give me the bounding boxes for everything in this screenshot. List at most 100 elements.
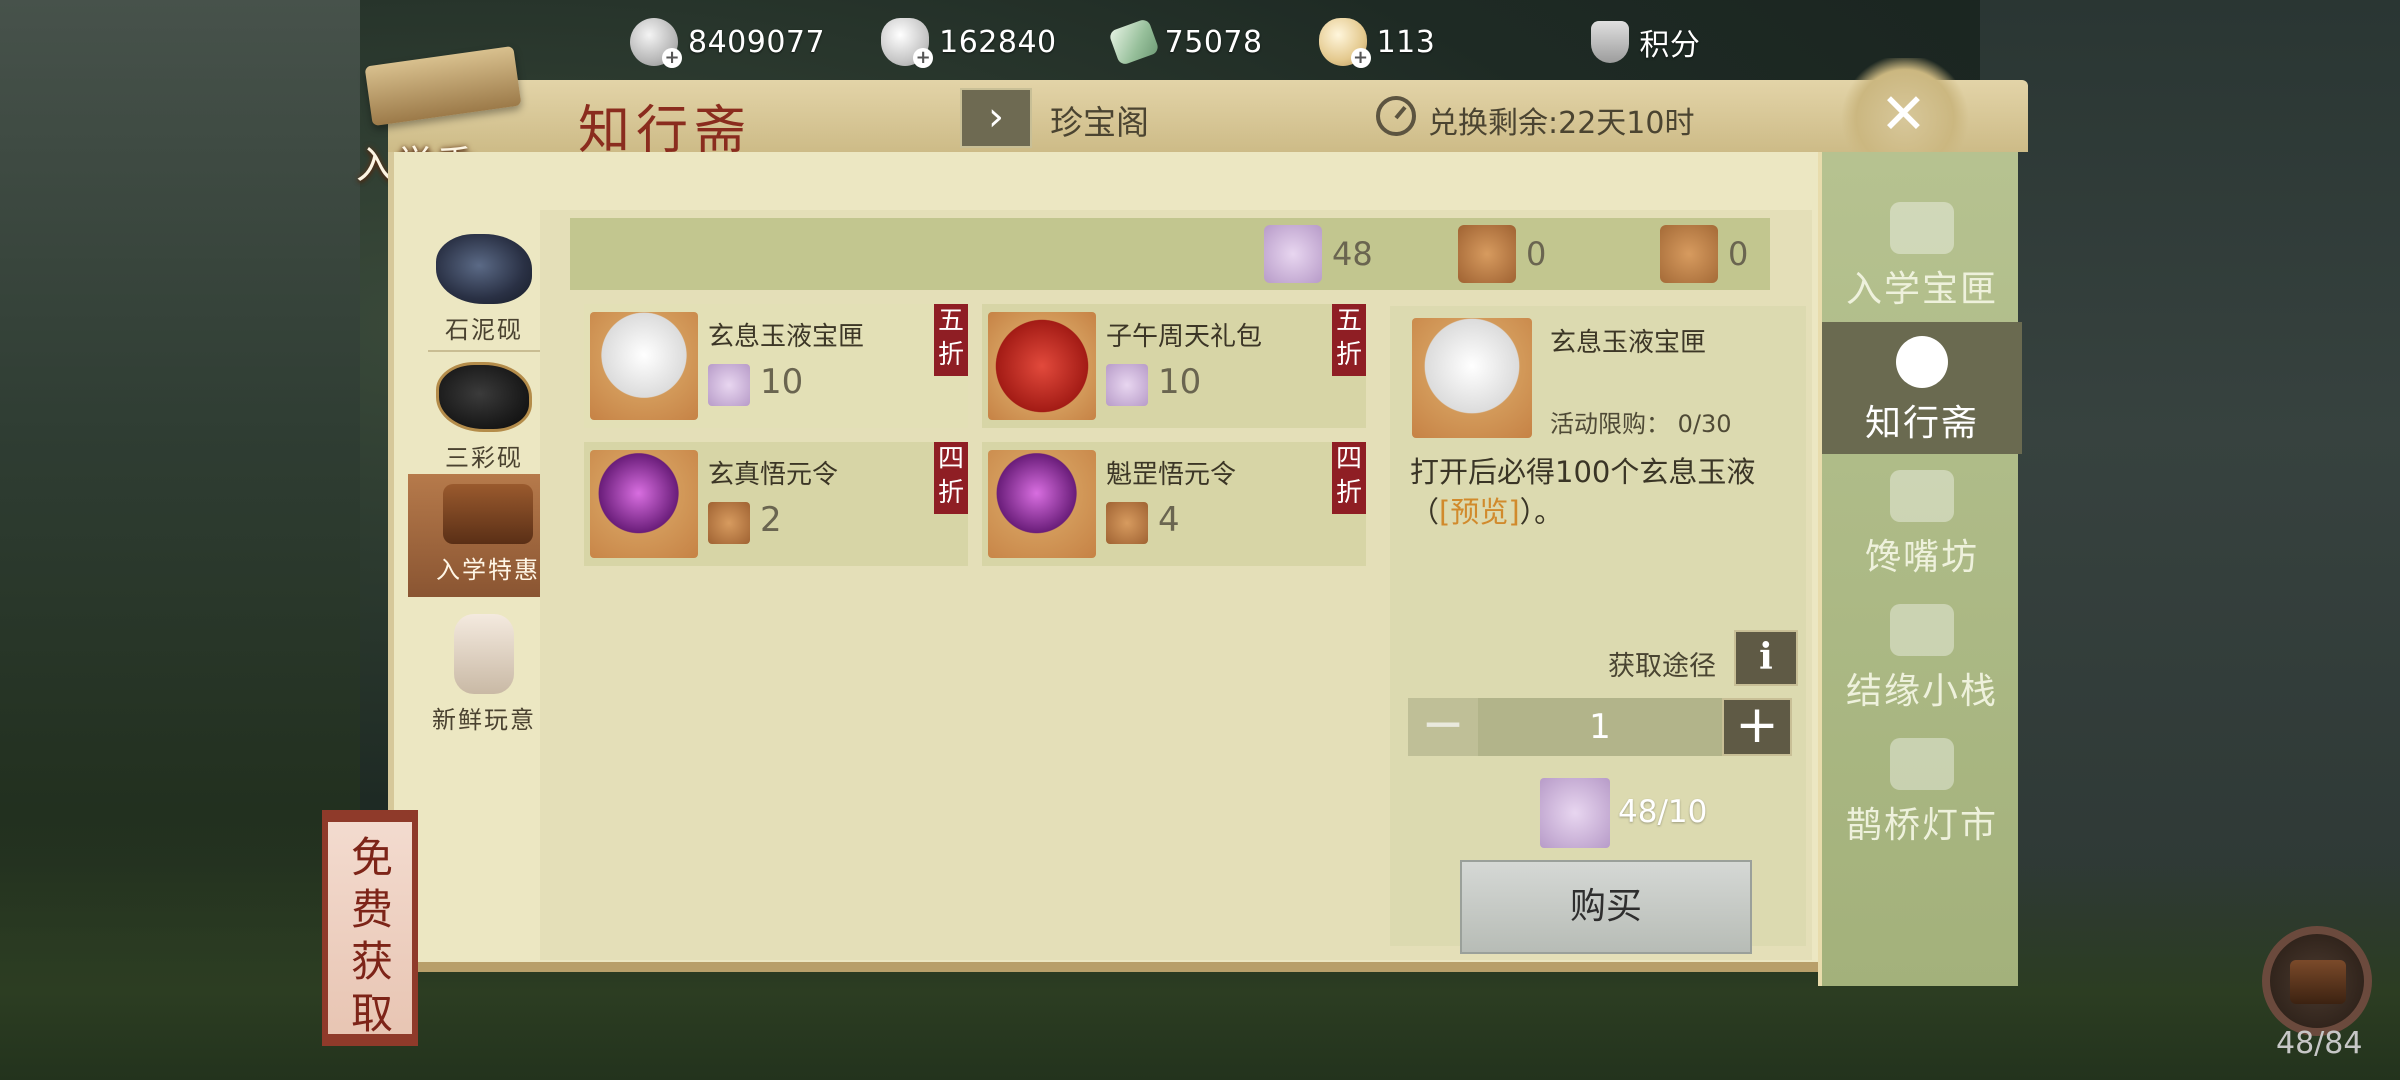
toy-icon	[454, 614, 514, 694]
rare-inkstone-token-icon	[1458, 225, 1516, 283]
goods-name: 玄息玉液宝匣	[708, 322, 865, 352]
owned-item: 0	[1660, 224, 1748, 284]
owned-item: 0	[1458, 224, 1546, 284]
content-area: 48 0 0 玄息玉液宝匣 10 五折 子午周天礼包 10 五折 玄真悟元令 2…	[540, 210, 1812, 960]
currency-value: 75078	[1164, 24, 1263, 60]
goods-card[interactable]: 魁罡悟元令 4 四折	[982, 442, 1366, 566]
treasure-chest-icon	[443, 484, 533, 544]
free-obtain-label: 免费获取	[350, 833, 393, 1038]
goods-card[interactable]: 子午周天礼包 10 五折	[982, 304, 1366, 428]
jump-target-label[interactable]: 珍宝阁	[1050, 96, 1149, 144]
goods-price: 10	[760, 362, 804, 402]
decrease-button[interactable]: −	[1408, 698, 1478, 756]
shop-panel: 入学季 知行斋 › 珍宝阁 兑换剩余:22天10时 ✕ 石泥砚 三彩砚 入学特惠	[322, 45, 2028, 1046]
pavilion-icon	[1890, 470, 1954, 522]
inkstone-token-icon	[1540, 778, 1610, 848]
jade-plus-icon	[1107, 17, 1160, 67]
goods-card[interactable]: 玄真悟元令 2 四折	[584, 442, 968, 566]
tab-lantern-market[interactable]: 鹊桥灯市	[1822, 724, 2022, 856]
currency-coin[interactable]: + 8409077	[630, 14, 825, 70]
quantity-value[interactable]: 1	[1478, 698, 1722, 756]
lantern-icon	[1890, 738, 1954, 790]
cloud-icon	[1896, 336, 1948, 388]
increase-button[interactable]: +	[1722, 698, 1792, 756]
coin-plus-icon: +	[630, 18, 682, 68]
currency-bar: + 8409077 + 162840 75078 + 113 积分	[630, 14, 1756, 70]
quantity-stepper: − 1 +	[1408, 698, 1792, 756]
currency-value: 8409077	[688, 24, 826, 60]
chest-widget[interactable]	[2262, 926, 2372, 1036]
tab-inn[interactable]: 结缘小栈	[1822, 590, 2022, 722]
gift-bag-icon	[988, 312, 1096, 420]
jade-box-icon	[590, 312, 698, 420]
info-button[interactable]: i	[1734, 630, 1798, 686]
currency-value: 113	[1376, 24, 1436, 60]
goods-name: 子午周天礼包	[1106, 322, 1263, 352]
rare-inkstone-token-icon	[708, 502, 750, 544]
points-label: 积分	[1639, 28, 1701, 63]
costume-token-icon	[1660, 225, 1718, 283]
detail-name: 玄息玉液宝匣	[1550, 328, 1707, 358]
discount-badge: 五折	[934, 304, 968, 376]
bird-icon	[1890, 604, 1954, 656]
tab-snack-shop[interactable]: 馋嘴坊	[1822, 456, 2022, 588]
source-label: 获取途径	[1608, 651, 1716, 682]
tab-label: 鹊桥灯市	[1845, 805, 1998, 846]
tab-label: 结缘小栈	[1845, 671, 1998, 712]
currency-jade[interactable]: 75078	[1107, 14, 1263, 70]
free-obtain-scroll[interactable]: 免费获取	[322, 810, 418, 1046]
owned-value: 0	[1526, 235, 1547, 273]
detail-description: 打开后必得100个玄息玉液（[预览]）。	[1410, 452, 1800, 532]
cost-value: 48/10	[1618, 794, 1708, 830]
jade-box-icon	[1412, 318, 1532, 438]
tab-label: 知行斋	[1864, 403, 1979, 444]
shop-tabs: 入学宝匣 知行斋 馋嘴坊 结缘小栈 鹊桥灯市	[1818, 152, 2022, 986]
currency-points[interactable]: 积分	[1591, 14, 1700, 70]
goods-card[interactable]: 玄息玉液宝匣 10 五折	[584, 304, 968, 428]
purchase-limit: 活动限购： 0/30	[1550, 410, 1732, 438]
inkstone-token-icon	[1264, 225, 1322, 283]
chest-icon	[2290, 960, 2346, 1004]
chest-count: 48/84	[2276, 1026, 2363, 1061]
tab-season-box[interactable]: 入学宝匣	[1822, 188, 2022, 320]
owned-item: 48	[1264, 224, 1373, 284]
owned-value: 48	[1332, 235, 1373, 273]
discount-badge: 五折	[1332, 304, 1366, 376]
goods-price: 2	[760, 500, 782, 540]
currency-ingot[interactable]: + 113	[1318, 14, 1436, 70]
buy-button[interactable]: 购买	[1460, 860, 1752, 954]
description-text-end: ）。	[1519, 495, 1564, 529]
rare-inkstone-token-icon	[1106, 502, 1148, 544]
tab-label: 入学宝匣	[1845, 269, 1998, 310]
timer-icon	[1376, 96, 1416, 136]
owned-value: 0	[1728, 235, 1749, 273]
orb-icon	[590, 450, 698, 558]
tab-label: 馋嘴坊	[1864, 537, 1979, 578]
colored-inkstone-icon	[436, 362, 532, 432]
preview-link[interactable]: [预览]	[1439, 495, 1520, 529]
goods-price: 4	[1158, 500, 1180, 540]
goods-name: 玄真悟元令	[708, 460, 839, 490]
item-detail-pane: 玄息玉液宝匣 活动限购： 0/30 打开后必得100个玄息玉液（[预览]）。 获…	[1390, 306, 1806, 954]
goods-price: 10	[1158, 362, 1202, 402]
inkstone-token-icon	[708, 364, 750, 406]
discount-badge: 四折	[934, 442, 968, 514]
books-icon	[364, 45, 522, 127]
jump-arrow-button[interactable]: ›	[960, 88, 1032, 148]
inkstone-icon	[436, 234, 532, 304]
ingot-plus-icon: +	[1318, 18, 1371, 68]
box-icon	[1890, 202, 1954, 254]
panel-header: 入学季 知行斋 › 珍宝阁 兑换剩余:22天10时 ✕	[356, 45, 2028, 187]
currency-value: 162840	[939, 24, 1057, 60]
orb-icon	[988, 450, 1096, 558]
exchange-remaining-label: 兑换剩余:22天10时	[1428, 106, 1695, 141]
currency-silver[interactable]: + 162840	[881, 14, 1057, 70]
divider	[428, 350, 540, 352]
points-shield-icon	[1591, 21, 1630, 63]
owned-currency-bar: 48 0 0	[570, 218, 1770, 290]
close-icon: ✕	[1880, 82, 1927, 147]
silver-plus-icon: +	[881, 18, 934, 68]
tab-zhixingzhai[interactable]: 知行斋	[1822, 322, 2022, 454]
goods-name: 魁罡悟元令	[1106, 460, 1237, 490]
inkstone-token-icon	[1106, 364, 1148, 406]
